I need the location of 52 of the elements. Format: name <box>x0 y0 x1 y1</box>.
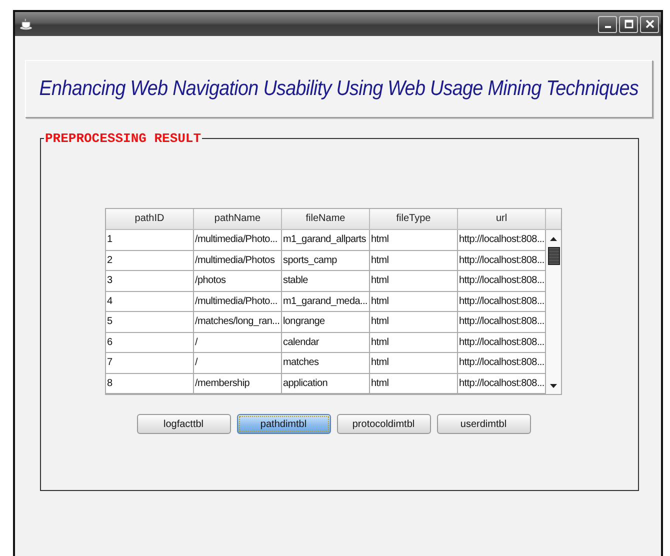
table-cell: 4 <box>106 292 194 311</box>
table-cell: 6 <box>106 332 194 352</box>
scroll-down-icon[interactable] <box>549 383 558 389</box>
table-cell: /membership <box>194 374 282 393</box>
table-cell: /multimedia/Photos <box>194 250 282 270</box>
table-cell: matches <box>282 353 370 372</box>
table-cell: html <box>370 353 458 372</box>
table-cell: m1_garand_meda... <box>282 292 370 311</box>
table-cell: / <box>194 353 282 372</box>
table-cell: 2 <box>106 250 194 270</box>
table-cell: stable <box>282 271 370 290</box>
minimize-button[interactable] <box>598 16 617 32</box>
table-cell: html <box>370 374 458 393</box>
table-button[interactable]: userdimtbl <box>436 414 530 434</box>
table-cell: html <box>370 292 458 311</box>
table-cell: 8 <box>106 374 194 393</box>
table-cell: / <box>194 332 282 352</box>
table-cell: /matches/long_ran... <box>194 312 282 332</box>
maximize-icon <box>624 19 634 29</box>
maximize-button[interactable] <box>619 16 638 32</box>
table-button[interactable]: pathdimtbl <box>236 414 330 434</box>
scroll-up-icon[interactable] <box>549 236 558 242</box>
close-button[interactable] <box>640 16 659 32</box>
table-cell: longrange <box>282 312 370 332</box>
cup-icon <box>19 18 33 30</box>
table-cell: sports_camp <box>282 250 370 270</box>
table-cell: /multimedia/Photo... <box>194 292 282 311</box>
table-cell: /multimedia/Photo... <box>194 230 282 250</box>
table-cell: 1 <box>106 230 194 250</box>
minimize-icon <box>604 26 610 28</box>
table-cell: html <box>370 332 458 352</box>
app-title: Enhancing Web Navigation Usability Using Web Usage Mining Techniques <box>39 77 639 101</box>
table-cell: html <box>370 271 458 290</box>
table-cell: 5 <box>106 312 194 332</box>
table-cell: 7 <box>106 353 194 372</box>
column-header[interactable]: pathName <box>194 209 282 229</box>
table-cell: m1_garand_allparts <box>282 230 370 250</box>
table-cell: calendar <box>282 332 370 352</box>
table-cell: html <box>370 250 458 270</box>
column-header[interactable]: fileName <box>282 209 370 229</box>
table-cell: application <box>282 374 370 393</box>
table-button[interactable]: logfacttbl <box>136 414 230 434</box>
close-icon <box>644 19 654 29</box>
scroll-thumb[interactable] <box>548 247 560 265</box>
table-cell: /photos <box>194 271 282 290</box>
column-header[interactable]: fileType <box>370 209 458 229</box>
column-header[interactable]: url <box>458 209 546 229</box>
table-cell: html <box>370 230 458 250</box>
table-cell: 3 <box>106 271 194 290</box>
column-header[interactable]: pathID <box>106 209 194 229</box>
table-cell: html <box>370 312 458 332</box>
table-button[interactable]: protocoldimtbl <box>336 414 430 434</box>
